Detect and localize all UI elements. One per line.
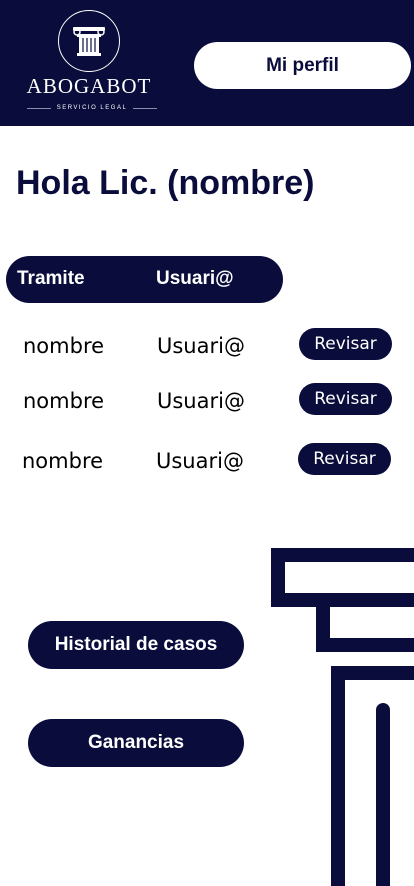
column-decoration-icon [271, 548, 414, 886]
